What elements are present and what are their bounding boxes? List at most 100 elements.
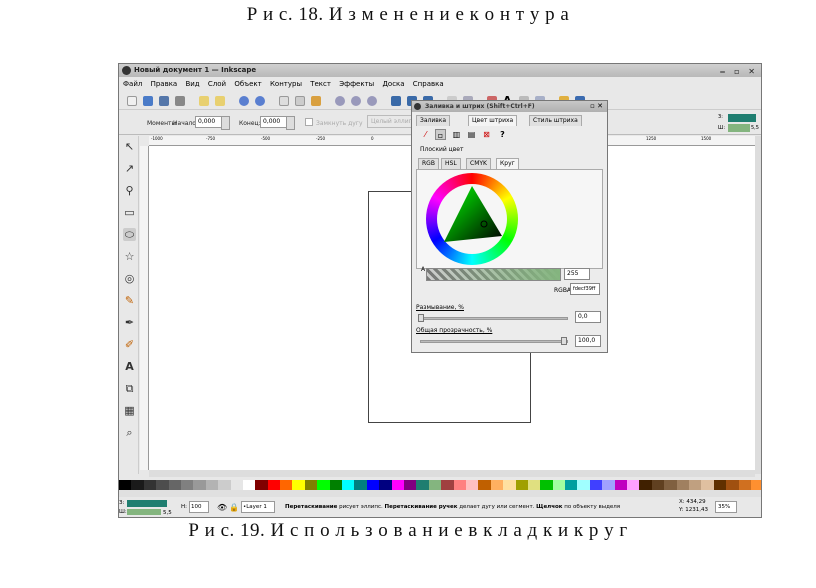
node-tool-icon[interactable]: ↗: [123, 162, 136, 175]
vertical-scrollbar[interactable]: [755, 136, 761, 474]
calligraphy-tool-icon[interactable]: ✐: [123, 338, 136, 351]
palette-swatch[interactable]: [416, 480, 429, 490]
gradient-tool-icon[interactable]: ▦: [123, 404, 136, 417]
no-paint-icon[interactable]: ⁄: [420, 129, 431, 140]
tab-stroke-paint[interactable]: Цвет штриха: [468, 115, 518, 126]
blur-input[interactable]: 0,0: [575, 311, 601, 323]
tab-wheel[interactable]: Круг: [496, 158, 519, 169]
zoom-drawing-icon[interactable]: [351, 96, 361, 106]
palette-swatch[interactable]: [614, 480, 628, 490]
menu-view[interactable]: Вид: [185, 80, 199, 88]
dropper-tool-icon[interactable]: ⌕: [123, 426, 136, 439]
palette-swatch[interactable]: [317, 480, 330, 490]
pen-tool-icon[interactable]: ✒: [123, 316, 136, 329]
palette-swatch[interactable]: [453, 480, 466, 490]
palette-swatch[interactable]: [292, 480, 305, 490]
palette-swatch[interactable]: [403, 480, 417, 490]
palette-swatch[interactable]: [651, 480, 665, 490]
palette-swatch[interactable]: [713, 480, 727, 490]
color-palette[interactable]: [119, 480, 761, 490]
status-h-input[interactable]: 100: [189, 501, 209, 513]
menu-path[interactable]: Контуры: [270, 80, 302, 88]
menu-file[interactable]: Файл: [123, 80, 142, 88]
pattern-icon[interactable]: ⊠: [481, 129, 492, 140]
import-icon[interactable]: [199, 96, 209, 106]
star-tool-icon[interactable]: ☆: [123, 250, 136, 263]
palette-swatch[interactable]: [688, 480, 702, 490]
alpha-slider[interactable]: [426, 268, 561, 281]
opacity-slider-knob[interactable]: [561, 337, 567, 345]
open-icon[interactable]: [143, 96, 153, 106]
palette-swatch[interactable]: [676, 480, 689, 490]
palette-swatch[interactable]: [168, 480, 181, 490]
menu-layer[interactable]: Слой: [208, 80, 226, 88]
undo-icon[interactable]: [239, 96, 249, 106]
connector-tool-icon[interactable]: ⧉: [123, 382, 136, 395]
status-fill-swatch[interactable]: [127, 500, 167, 507]
palette-swatch[interactable]: [577, 480, 590, 490]
palette-swatch[interactable]: [230, 480, 243, 490]
palette-swatch[interactable]: [552, 480, 566, 490]
selector-tool-icon[interactable]: ↖: [123, 140, 136, 153]
palette-swatch[interactable]: [465, 480, 479, 490]
palette-scrollbar[interactable]: [119, 490, 761, 497]
palette-swatch[interactable]: [131, 480, 144, 490]
palette-swatch[interactable]: [304, 480, 318, 490]
tab-cmyk[interactable]: CMYK: [466, 158, 491, 169]
palette-swatch[interactable]: [701, 480, 714, 490]
tab-rgb[interactable]: RGB: [418, 158, 439, 169]
window-controls[interactable]: ‒ ▫ ✕: [720, 65, 758, 78]
spiral-tool-icon[interactable]: ◎: [123, 272, 136, 285]
palette-swatch[interactable]: [143, 480, 157, 490]
blur-slider[interactable]: [420, 317, 568, 320]
palette-swatch[interactable]: [441, 480, 454, 490]
style-indicator[interactable]: З: Ш: 5,5: [718, 113, 759, 133]
tab-fill[interactable]: Заливка: [416, 115, 451, 126]
palette-swatch[interactable]: [428, 480, 442, 490]
menu-edit[interactable]: Правка: [151, 80, 178, 88]
horizontal-scrollbar[interactable]: [149, 470, 755, 477]
palette-swatch[interactable]: [565, 480, 578, 490]
redo-icon[interactable]: [255, 96, 265, 106]
palette-swatch[interactable]: [193, 480, 206, 490]
status-stroke-swatch[interactable]: [127, 509, 161, 515]
palette-swatch[interactable]: [255, 480, 268, 490]
palette-swatch[interactable]: [354, 480, 367, 490]
layer-lock-icon[interactable]: 🔒: [229, 503, 239, 512]
menu-effects[interactable]: Эффекты: [339, 80, 374, 88]
color-wheel[interactable]: [426, 173, 518, 265]
linear-gradient-icon[interactable]: ▥: [451, 129, 462, 140]
palette-swatch[interactable]: [329, 480, 343, 490]
fill-swatch[interactable]: [728, 114, 756, 122]
menu-help[interactable]: Справка: [413, 80, 444, 88]
menu-object[interactable]: Объект: [234, 80, 261, 88]
ellipse-tool-icon[interactable]: ⬭: [123, 228, 136, 241]
color-triangle[interactable]: [436, 184, 508, 254]
text-tool-icon[interactable]: A: [123, 360, 136, 373]
alpha-input[interactable]: 255: [564, 268, 590, 280]
radial-gradient-icon[interactable]: ▤: [466, 129, 477, 140]
palette-swatch[interactable]: [267, 480, 281, 490]
palette-swatch[interactable]: [180, 480, 194, 490]
start-angle-input[interactable]: 0,000: [195, 116, 230, 130]
new-document-icon[interactable]: [127, 96, 137, 106]
end-angle-input[interactable]: 0,000: [260, 116, 295, 130]
paste-icon[interactable]: [311, 96, 321, 106]
closed-arc-checkbox[interactable]: [305, 118, 313, 126]
zoom-tool-icon[interactable]: ⚲: [123, 184, 136, 197]
opacity-input[interactable]: 100,0: [575, 335, 601, 347]
palette-swatch[interactable]: [218, 480, 231, 490]
palette-swatch[interactable]: [280, 480, 293, 490]
flat-color-icon[interactable]: ▫: [435, 129, 446, 140]
palette-swatch[interactable]: [156, 480, 169, 490]
rgba-input[interactable]: fdecf39ff: [570, 283, 600, 295]
zoom-selection-icon[interactable]: [335, 96, 345, 106]
palette-swatch[interactable]: [738, 480, 751, 490]
layer-select[interactable]: •Layer 1: [241, 501, 275, 513]
blur-slider-knob[interactable]: [418, 314, 424, 322]
palette-swatch[interactable]: [515, 480, 528, 490]
palette-swatch[interactable]: [119, 480, 132, 490]
dialog-close-icon[interactable]: ▫ ✕: [590, 102, 603, 110]
zoom-input[interactable]: 35%: [715, 501, 737, 513]
save-icon[interactable]: [159, 96, 169, 106]
